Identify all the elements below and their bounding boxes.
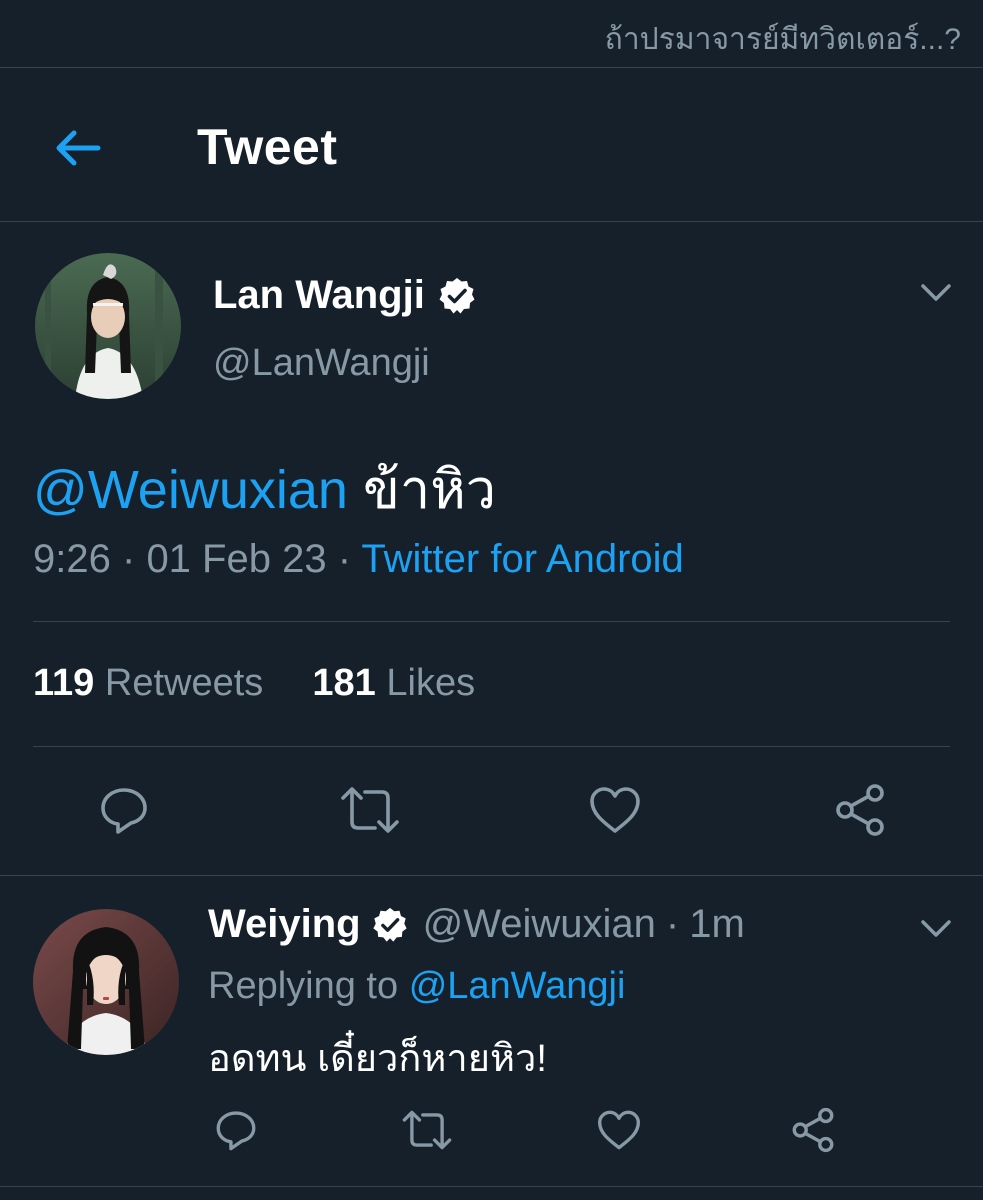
reply-author-handle[interactable]: @Weiwuxian: [423, 902, 656, 947]
meta-separator: ·: [665, 902, 680, 946]
tweet-menu-button[interactable]: [920, 280, 952, 309]
reply-button[interactable]: [96, 782, 152, 838]
chevron-down-icon: [921, 284, 951, 301]
reply-text: อดทน เดี๋ยวก็หายหิว!: [208, 1038, 547, 1080]
tweet-message: ข้าหิว: [362, 460, 497, 520]
retweet-button[interactable]: [400, 1106, 454, 1154]
tweet-stats: 119 Retweets 181 Likes: [33, 662, 475, 705]
replying-to-label: Replying to: [208, 965, 399, 1007]
reply-header: Weiying @Weiwuxian · 1m: [208, 902, 745, 947]
tweet-date: 01 Feb 23: [146, 537, 327, 581]
retweets-count: 119: [33, 662, 95, 704]
divider: [33, 746, 950, 747]
likes-label: Likes: [386, 662, 476, 704]
page-title: Tweet: [197, 119, 338, 175]
mention-link[interactable]: @Weiwuxian: [33, 460, 348, 520]
retweet-button[interactable]: [338, 782, 402, 838]
avatar[interactable]: [33, 909, 179, 1055]
reply-icon: [216, 1111, 256, 1151]
divider: [33, 621, 950, 622]
replying-to: Replying to @LanWangji: [208, 965, 625, 1008]
share-button[interactable]: [832, 782, 888, 838]
share-button[interactable]: [789, 1106, 837, 1154]
divider: [0, 1186, 983, 1187]
likes-stat[interactable]: 181 Likes: [312, 662, 475, 704]
likes-count: 181: [312, 662, 376, 704]
replying-to-link[interactable]: @LanWangji: [409, 965, 626, 1007]
meta-separator: ·: [337, 537, 352, 581]
tweet-time: 9:26: [33, 537, 111, 581]
like-button[interactable]: [595, 1106, 643, 1154]
reply-author-name[interactable]: Weiying: [208, 902, 361, 947]
retweet-icon: [402, 1110, 452, 1150]
back-button[interactable]: [50, 120, 106, 176]
divider: [0, 221, 983, 222]
page-caption: ถ้าปรมาจารย์มีทวิตเตอร์...?: [604, 23, 961, 56]
like-button[interactable]: [587, 782, 643, 838]
retweet-icon: [341, 787, 399, 833]
divider: [0, 875, 983, 876]
author-name[interactable]: Lan Wangji: [213, 273, 425, 318]
chevron-down-icon: [921, 920, 951, 937]
like-icon: [598, 1110, 640, 1150]
like-icon: [590, 787, 640, 833]
author-handle[interactable]: @LanWangji: [213, 342, 430, 385]
share-icon: [836, 784, 884, 836]
reply-time: 1m: [689, 902, 745, 946]
share-icon: [792, 1107, 834, 1153]
tweet-source-link[interactable]: Twitter for Android: [361, 537, 683, 581]
avatar[interactable]: [35, 253, 181, 399]
tweet-meta: 9:26 · 01 Feb 23 · Twitter for Android: [33, 537, 684, 582]
reply-icon: [101, 788, 147, 834]
verified-badge-icon: [371, 906, 409, 944]
author-name-row: Lan Wangji: [213, 273, 477, 318]
divider: [0, 67, 983, 68]
reply-button[interactable]: [212, 1106, 260, 1154]
reply-menu-button[interactable]: [920, 916, 952, 945]
arrow-left-icon: [56, 130, 101, 166]
retweets-label: Retweets: [104, 662, 264, 704]
tweet-text: @Weiwuxian ข้าหิว: [33, 446, 496, 532]
verified-badge-icon: [437, 276, 477, 316]
meta-separator: ·: [121, 537, 136, 581]
retweets-stat[interactable]: 119 Retweets: [33, 662, 263, 704]
